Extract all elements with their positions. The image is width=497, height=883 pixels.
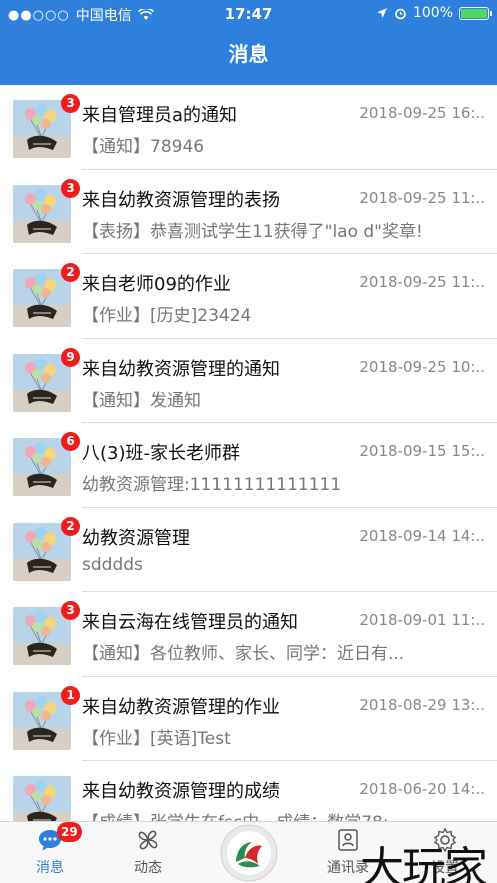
tab-moments[interactable]: 动态	[108, 822, 188, 883]
message-summary: 【表扬】恭喜测试学生11获得了"lao d"奖章!	[82, 221, 423, 242]
unread-badge: 2	[61, 516, 80, 536]
message-title: 来自幼教资源管理的作业	[82, 696, 280, 718]
message-item[interactable]: 3 来自管理员a的通知 2018-09-25 16:.. 【通知】78946	[0, 85, 497, 170]
tab-center-app-button[interactable]	[218, 822, 280, 883]
message-summary: 【通知】发通知	[82, 390, 201, 411]
watermark-logo: 大玩家	[360, 843, 488, 883]
location-arrow-icon	[376, 8, 387, 18]
message-summary: 【通知】各位教师、家长、同学：近日有...	[82, 644, 405, 664]
message-time: 2018-06-20 14:..	[359, 780, 485, 798]
message-item[interactable]: 来自幼教资源管理的成绩 2018-06-20 14:.. 【成绩】张学生在fsc…	[0, 761, 497, 821]
app-logo-icon	[220, 824, 278, 882]
message-time: 2018-09-15 15:..	[359, 442, 485, 460]
message-item[interactable]: 9 来自幼教资源管理的通知 2018-09-25 10:.. 【通知】发通知	[0, 339, 497, 423]
message-item[interactable]: 2 幼教资源管理 2018-09-14 14:.. sdddds	[0, 508, 497, 592]
pinwheel-icon	[138, 830, 158, 850]
message-title: 幼教资源管理	[82, 527, 190, 549]
page-title: 消息	[0, 28, 497, 85]
unread-badge: 2	[61, 263, 80, 282]
message-summary: 【作业】[英语]Test	[82, 728, 231, 749]
alarm-clock-icon	[395, 8, 406, 19]
message-summary: 【作业】[历史]23424	[82, 306, 252, 326]
contacts-icon	[338, 829, 358, 851]
unread-badge: 6	[61, 432, 80, 451]
message-time: 2018-09-25 11:..	[359, 188, 485, 207]
message-time: 2018-09-25 16:..	[359, 104, 485, 122]
battery-percent: 100%	[412, 5, 453, 21]
status-bar: ●●○○○ 中国电信 17:47 100%	[0, 0, 497, 28]
message-list[interactable]: 3 来自管理员a的通知 2018-09-25 16:.. 【通知】78946 3…	[0, 85, 497, 821]
tab-messages[interactable]: 29 消息	[10, 822, 90, 883]
message-time: 2018-08-29 13:..	[359, 695, 485, 714]
tab-messages-badge: 29	[57, 822, 82, 842]
message-item[interactable]: 2 来自老师09的作业 2018-09-25 11:.. 【作业】[历史]234…	[0, 254, 497, 339]
message-title: 来自老师09的作业	[82, 274, 231, 295]
unread-badge: 3	[61, 601, 80, 620]
message-time: 2018-09-25 10:..	[359, 357, 485, 376]
message-title: 八(3)班-家长老师群	[82, 443, 240, 464]
avatar	[13, 776, 71, 821]
battery-fill	[461, 8, 487, 18]
status-right: 100%	[376, 5, 492, 21]
message-time: 2018-09-14 14:..	[359, 526, 485, 545]
message-title: 来自管理员a的通知	[82, 105, 238, 126]
unread-badge: 1	[61, 685, 80, 705]
unread-badge: 3	[61, 178, 80, 198]
message-item[interactable]: 6 八(3)班-家长老师群 2018-09-15 15:.. 幼教资源管理:11…	[0, 423, 497, 508]
message-summary: 【成绩】张学生在fsc中，成绩：数学78;...	[82, 808, 477, 821]
battery-icon	[459, 6, 492, 20]
message-item[interactable]: 3 来自云海在线管理员的通知 2018-09-01 11:.. 【通知】各位教师…	[0, 592, 497, 677]
message-title: 来自云海在线管理员的通知	[82, 612, 298, 633]
balloon-photo-icon	[13, 776, 71, 821]
tab-moments-label: 动态	[134, 860, 162, 876]
message-title: 来自幼教资源管理的通知	[82, 358, 280, 380]
message-title: 来自幼教资源管理的表扬	[82, 189, 280, 211]
tab-messages-label: 消息	[36, 860, 64, 876]
unread-badge: 9	[61, 347, 80, 367]
message-time: 2018-09-01 11:..	[359, 611, 485, 629]
message-summary: 【通知】78946	[82, 137, 205, 157]
message-summary: 幼教资源管理:11111111111111	[82, 475, 342, 495]
message-time: 2018-09-25 11:..	[359, 273, 485, 291]
unread-badge: 3	[61, 94, 80, 113]
message-item[interactable]: 3 来自幼教资源管理的表扬 2018-09-25 11:.. 【表扬】恭喜测试学…	[0, 170, 497, 254]
message-item[interactable]: 1 来自幼教资源管理的作业 2018-08-29 13:.. 【作业】[英语]T…	[0, 677, 497, 761]
message-title: 来自幼教资源管理的成绩	[82, 781, 280, 802]
message-summary: sdddds	[82, 554, 143, 575]
